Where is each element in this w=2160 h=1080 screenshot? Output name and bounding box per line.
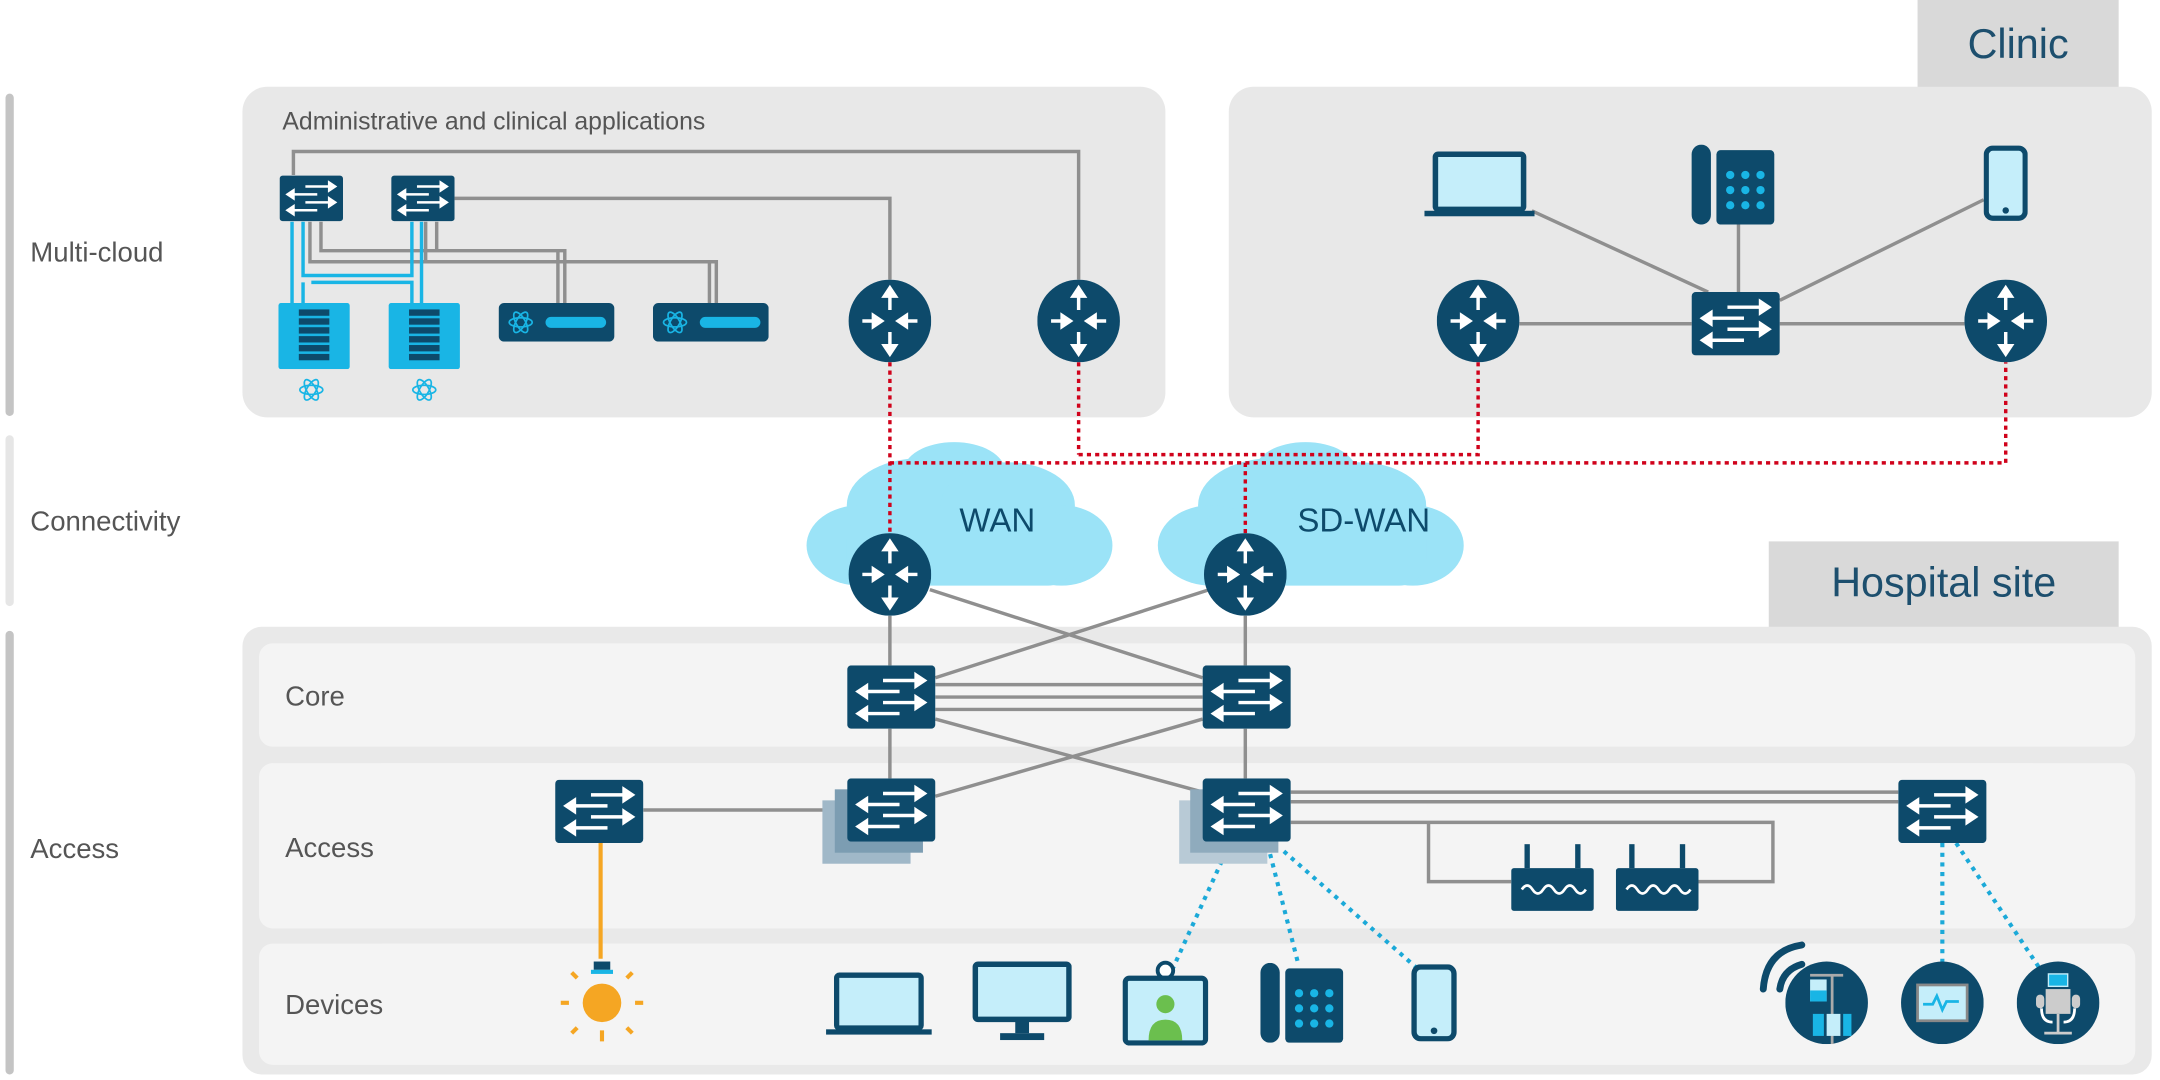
tier-label-multicloud: Multi-cloud: [30, 237, 163, 268]
network-diagram: Multi-cloud Connectivity Access Administ…: [5, 0, 2152, 1075]
laptop-icon[interactable]: [826, 975, 932, 1034]
ip-phone-icon[interactable]: [1260, 962, 1344, 1043]
datacenter-title: Administrative and clinical applications: [282, 108, 705, 135]
row-core: [258, 643, 2136, 747]
clinic-laptop-icon[interactable]: [1424, 154, 1534, 216]
hospital-tab-label: Hospital site: [1831, 559, 2056, 605]
appliance-2[interactable]: [653, 303, 769, 342]
core-switch-2[interactable]: [1202, 665, 1291, 729]
server-1[interactable]: [278, 303, 350, 370]
access-switch-stack-1[interactable]: [847, 778, 936, 842]
wan-router[interactable]: [848, 533, 932, 616]
dc-router-1[interactable]: [848, 279, 932, 363]
medical-cart-icon[interactable]: [2016, 961, 2100, 1045]
appliance-1[interactable]: [499, 303, 615, 342]
core-switch-1[interactable]: [847, 665, 936, 729]
tier-label-access: Access: [30, 833, 119, 864]
mobile-phone-icon[interactable]: [1414, 967, 1454, 1039]
dc-switch-1[interactable]: [279, 174, 344, 222]
tier-bar-multicloud: [5, 93, 14, 417]
patient-monitor-icon[interactable]: [1901, 961, 1984, 1045]
tier-bar-access: [5, 630, 14, 1075]
access-switch-iot[interactable]: [555, 779, 644, 844]
tier-bar-connectivity: [5, 435, 14, 607]
dc-router-2[interactable]: [1037, 279, 1120, 363]
server-2[interactable]: [388, 303, 460, 370]
clinic-switch[interactable]: [1691, 292, 1780, 356]
sdwan-router[interactable]: [1203, 533, 1287, 616]
clinic-panel: [1228, 86, 2152, 418]
sdwan-label: SD-WAN: [1297, 503, 1430, 540]
row-label-access: Access: [285, 832, 374, 863]
infusion-pump-icon[interactable]: [1785, 961, 1868, 1045]
row-label-devices: Devices: [285, 989, 383, 1020]
wan-label: WAN: [959, 503, 1035, 540]
clinic-mobile-icon[interactable]: [1986, 148, 2025, 218]
tier-label-connectivity: Connectivity: [30, 505, 180, 536]
access-switch-medical[interactable]: [1898, 779, 1987, 844]
row-label-core: Core: [285, 680, 345, 711]
clinic-router-1[interactable]: [1436, 279, 1520, 363]
clinic-router-2[interactable]: [1964, 279, 2048, 363]
clinic-desk-phone-icon[interactable]: [1691, 144, 1775, 225]
access-switch-stack-2[interactable]: [1202, 778, 1291, 842]
dc-switch-2[interactable]: [391, 174, 455, 222]
clinic-tab-label: Clinic: [1968, 21, 2069, 67]
